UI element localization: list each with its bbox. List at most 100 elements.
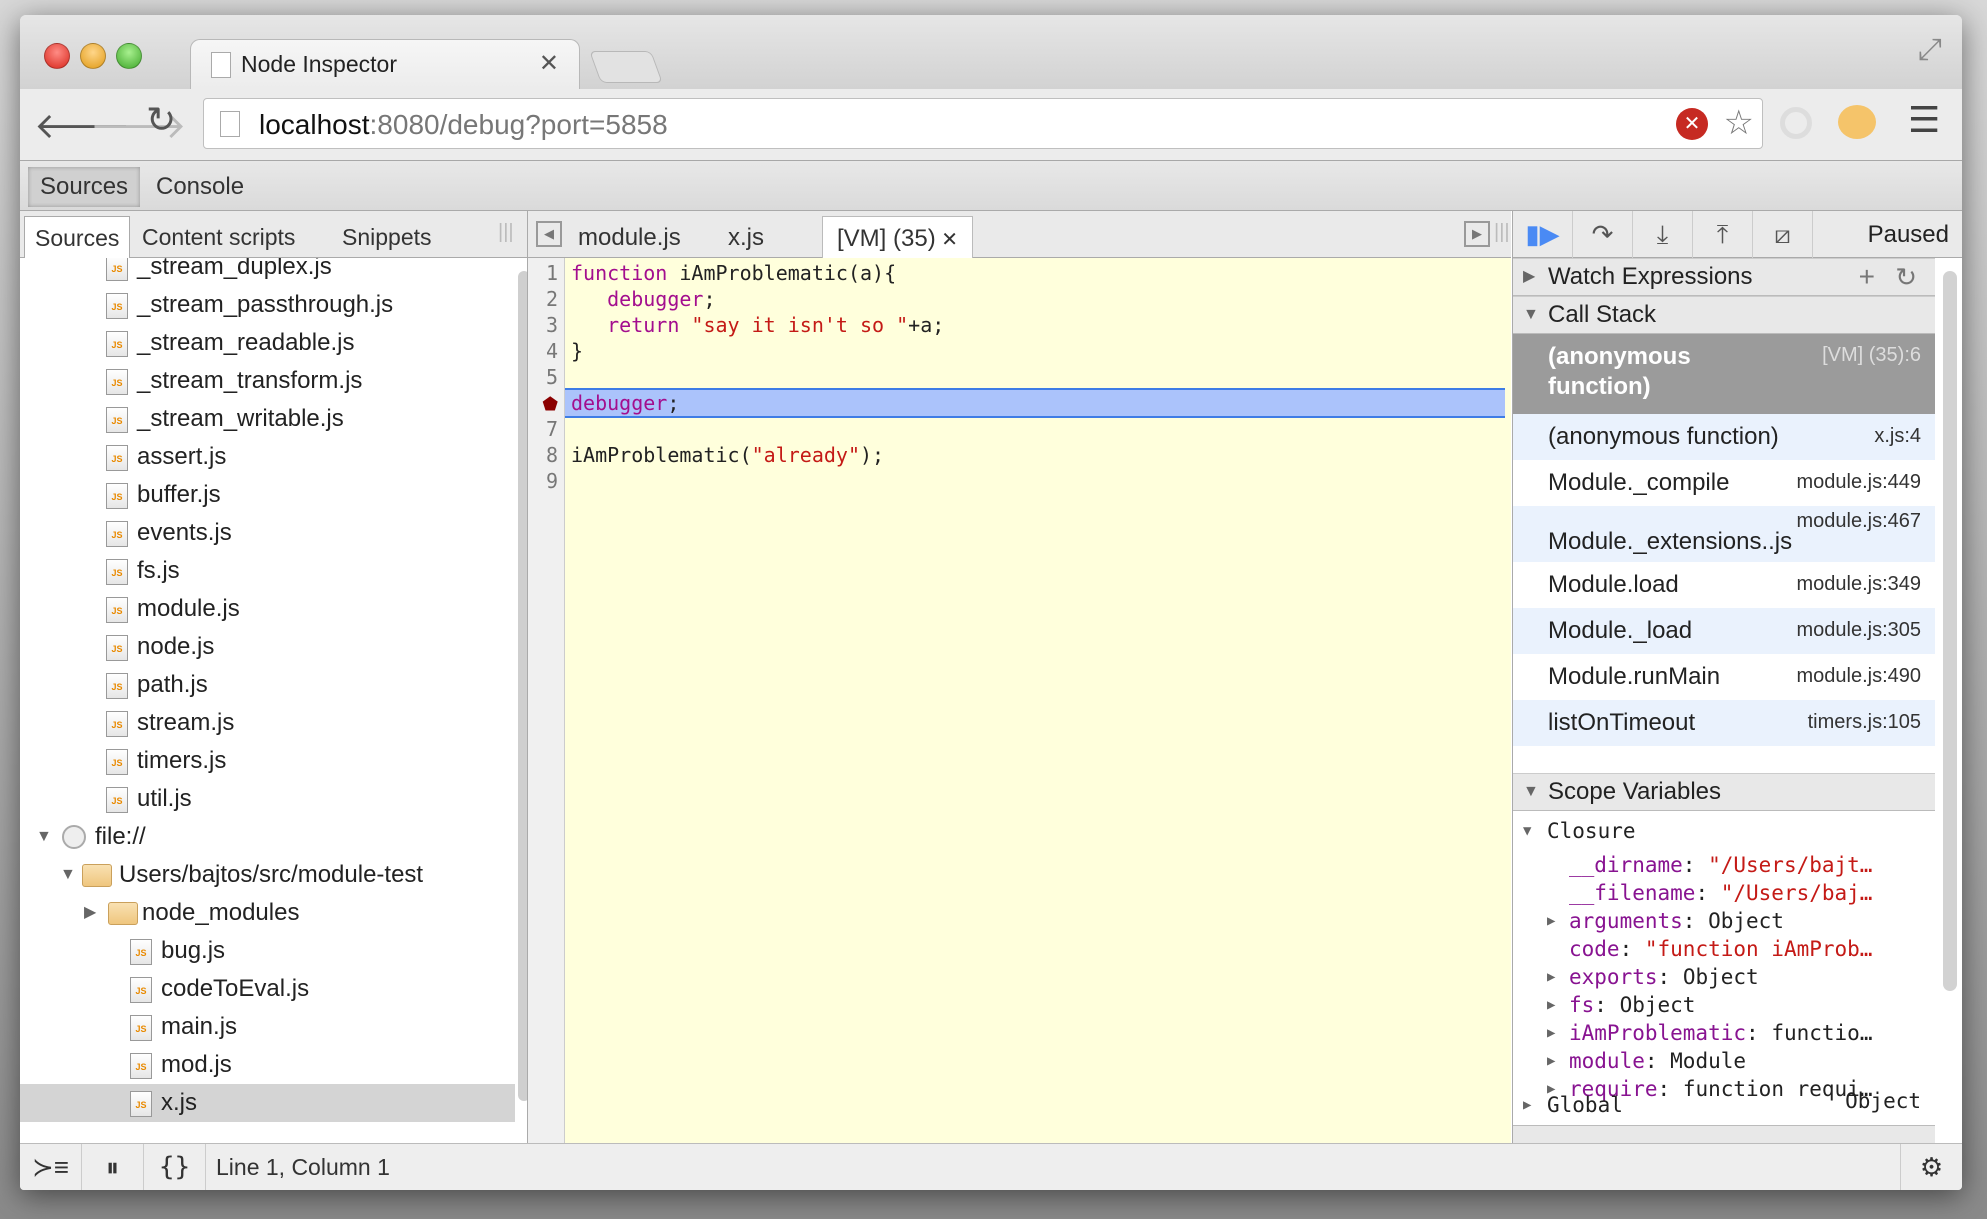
refresh-watch-icon[interactable]: ↻ <box>1895 259 1917 295</box>
file-tree-item[interactable]: JS stream.js <box>20 704 515 742</box>
line-number[interactable]: 7 <box>546 416 558 442</box>
scope-variables-header[interactable]: ▼ Scope Variables <box>1513 773 1935 811</box>
file-tree-item[interactable]: JS path.js <box>20 666 515 704</box>
line-number[interactable]: 8 <box>546 442 558 468</box>
tab-console[interactable]: Console <box>144 167 256 207</box>
new-tab-button[interactable] <box>589 51 663 83</box>
code-line[interactable]: debugger; <box>571 286 1511 312</box>
editor-tab[interactable]: [VM] (35) ✕ <box>822 216 974 258</box>
file-tree-item[interactable]: JS _stream_passthrough.js <box>20 286 515 324</box>
collapse-triangle-icon[interactable]: ▼ <box>36 818 52 856</box>
global-scope[interactable]: ▶ Global Object <box>1513 1091 1935 1119</box>
call-frame[interactable]: Module._extensions..js module.js:467 <box>1513 506 1935 562</box>
file-tree-item[interactable]: JS _stream_duplex.js <box>20 258 515 286</box>
file-tree-item[interactable]: JS fs.js <box>20 552 515 590</box>
file-tree-item[interactable]: JS assert.js <box>20 438 515 476</box>
collapse-triangle-icon[interactable]: ▼ <box>60 856 76 894</box>
blocked-plugin-icon[interactable]: ✕ <box>1676 108 1708 140</box>
zoom-window-button[interactable] <box>116 43 142 69</box>
file-tree-item[interactable]: JS bug.js <box>20 932 515 970</box>
scope-variable[interactable]: __filename: "/Users/baj… <box>1513 879 1935 907</box>
file-tree-item[interactable]: JS codeToEval.js <box>20 970 515 1008</box>
expand-triangle-icon[interactable]: ▶ <box>1547 907 1555 935</box>
minimize-window-button[interactable] <box>80 43 106 69</box>
toggle-debugger-icon[interactable]: ▶ <box>1464 221 1490 247</box>
debugger-scrollbar[interactable] <box>1943 271 1957 991</box>
code-line[interactable] <box>571 416 1511 442</box>
scope-variable[interactable]: ▶ arguments: Object <box>1513 907 1935 935</box>
editor-tab[interactable]: x.js <box>714 216 778 258</box>
scope-variable[interactable]: ▶ exports: Object <box>1513 963 1935 991</box>
pane-resizer-icon[interactable]: ||| <box>1494 221 1510 244</box>
code-line[interactable]: debugger; <box>565 388 1505 418</box>
call-frame[interactable]: Module.load module.js:349 <box>1513 562 1935 608</box>
navigator-tab-content-scripts[interactable]: Content scripts <box>132 216 305 258</box>
file-root[interactable]: ▼ file:// <box>20 818 515 856</box>
call-frame[interactable]: (anonymous function) [VM] (35):6 <box>1513 334 1935 414</box>
file-tree-item[interactable]: JS util.js <box>20 780 515 818</box>
step-out-icon[interactable]: ⤒ <box>1693 211 1753 258</box>
file-tree-item[interactable]: JS buffer.js <box>20 476 515 514</box>
call-stack-header[interactable]: ▼ Call Stack <box>1513 296 1935 334</box>
expand-triangle-icon[interactable]: ▶ <box>84 894 96 932</box>
file-tree-item[interactable]: JS x.js <box>20 1084 515 1122</box>
code-editor[interactable]: function iAmProblematic(a){ debugger; re… <box>565 258 1511 1143</box>
navigator-tab-sources[interactable]: Sources <box>24 216 131 258</box>
call-frame[interactable]: listOnTimeout timers.js:105 <box>1513 700 1935 746</box>
file-tree-item[interactable]: JS node.js <box>20 628 515 666</box>
deactivate-breakpoints-icon[interactable]: ⧄ <box>1753 211 1813 258</box>
scope-variable[interactable]: ▶ fs: Object <box>1513 991 1935 1019</box>
file-tree-item[interactable]: JS mod.js <box>20 1046 515 1084</box>
scope-variable[interactable]: __dirname: "/Users/bajt… <box>1513 851 1935 879</box>
line-number[interactable]: 1 <box>546 260 558 286</box>
file-tree-item[interactable]: JS _stream_writable.js <box>20 400 515 438</box>
navigator-tab-snippets[interactable]: Snippets <box>332 216 442 258</box>
line-number[interactable]: 4 <box>546 338 558 364</box>
file-tree-item[interactable]: JS events.js <box>20 514 515 552</box>
editor-tab[interactable]: module.js <box>564 216 695 258</box>
call-frame[interactable]: (anonymous function) x.js:4 <box>1513 414 1935 460</box>
pause-on-exceptions-icon[interactable]: ⏸ <box>82 1144 144 1190</box>
code-line[interactable]: iAmProblematic("already"); <box>571 442 1511 468</box>
call-frame[interactable]: Module.runMain module.js:490 <box>1513 654 1935 700</box>
call-frame[interactable]: Module._load module.js:305 <box>1513 608 1935 654</box>
address-bar[interactable]: localhost:8080/debug?port=5858 ✕ ☆ <box>203 98 1763 149</box>
file-tree-item[interactable]: JS _stream_transform.js <box>20 362 515 400</box>
pretty-print-icon[interactable]: {} <box>144 1144 206 1190</box>
line-number[interactable]: 5 <box>546 364 558 390</box>
scope-variable[interactable]: code: "function iAmProb… <box>1513 935 1935 963</box>
extension-pufferfish-icon[interactable] <box>1838 105 1876 139</box>
resume-icon[interactable]: ▮▶ <box>1513 211 1573 258</box>
tab-close-icon[interactable]: ✕ <box>539 49 559 78</box>
fullscreen-icon[interactable]: ⤢ <box>1918 33 1942 67</box>
code-line[interactable]: } <box>571 338 1511 364</box>
folder-item[interactable]: ▼ Users/bajtos/src/module-test <box>20 856 515 894</box>
code-line[interactable] <box>571 468 1511 494</box>
reload-icon[interactable]: ↻ <box>146 99 176 141</box>
call-frame[interactable]: Module._compile module.js:449 <box>1513 460 1935 506</box>
menu-icon[interactable]: ☰ <box>1908 99 1940 141</box>
show-drawer-icon[interactable]: ≻≡ <box>20 1144 82 1190</box>
pane-resizer-icon[interactable]: ||| <box>498 221 514 244</box>
expand-triangle-icon[interactable]: ▶ <box>1547 963 1555 991</box>
tab-sources[interactable]: Sources <box>28 167 141 207</box>
code-line[interactable]: return "say it isn't so "+a; <box>571 312 1511 338</box>
line-number[interactable]: 9 <box>546 468 558 494</box>
extension-icon[interactable] <box>1780 107 1812 139</box>
file-tree-item[interactable]: JS timers.js <box>20 742 515 780</box>
expand-triangle-icon[interactable]: ▶ <box>1547 1047 1555 1075</box>
file-tree-item[interactable]: JS module.js <box>20 590 515 628</box>
step-over-icon[interactable]: ↷ <box>1573 211 1633 258</box>
file-tree-item[interactable]: JS main.js <box>20 1008 515 1046</box>
settings-gear-icon[interactable]: ⚙ <box>1900 1144 1962 1190</box>
folder-item[interactable]: ▶ node_modules <box>20 894 515 932</box>
expand-triangle-icon[interactable]: ▶ <box>1547 991 1555 1019</box>
close-tab-icon[interactable]: ✕ <box>936 229 958 251</box>
scope-variable[interactable]: ▶ iAmProblematic: functio… <box>1513 1019 1935 1047</box>
watch-expressions-header[interactable]: ▶ Watch Expressions + ↻ <box>1513 258 1935 296</box>
line-number[interactable]: 3 <box>546 312 558 338</box>
closure-scope[interactable]: ▼ Closure <box>1513 817 1935 845</box>
code-line[interactable] <box>571 364 1511 390</box>
scope-variable[interactable]: ▶ module: Module <box>1513 1047 1935 1075</box>
breakpoints-header[interactable] <box>1513 1125 1935 1143</box>
